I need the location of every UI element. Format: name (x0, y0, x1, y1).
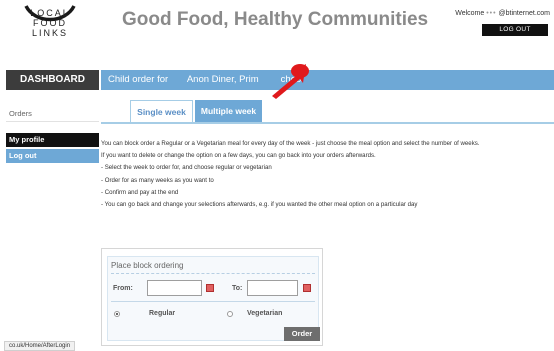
order-button[interactable]: Order (284, 327, 320, 341)
instruction-step: - Select the week to order for, and choo… (101, 164, 272, 172)
logo-text: LOCAL FOOD LINKS (30, 8, 70, 38)
tab-underline (101, 122, 554, 124)
welcome-label: Welcome (455, 10, 485, 17)
child-name: Anon Diner, (186, 74, 237, 85)
to-calendar-icon[interactable] (303, 284, 311, 292)
to-date-input[interactable] (247, 280, 298, 296)
local-food-links-logo[interactable]: LOCAL FOOD LINKS (18, 2, 82, 48)
from-label: From: (113, 285, 133, 292)
dashboard-button[interactable]: DASHBOARD (6, 70, 99, 90)
email-domain: @btinternet.com (498, 10, 550, 17)
instruction-step: - Order for as many weeks as you want to (101, 176, 214, 184)
sidebar-item-log-out[interactable]: Log out (6, 149, 99, 163)
from-date-input[interactable] (147, 280, 202, 296)
tab-single-week[interactable]: Single week (130, 100, 193, 122)
welcome-text: Welcome ••• @btinternet.com (455, 10, 550, 17)
vegetarian-radio[interactable] (227, 311, 233, 317)
instructions-note: If you want to delete or change the opti… (101, 152, 376, 160)
block-order-panel: Place block ordering From: To: Regular V… (101, 248, 323, 346)
sidebar-item-my-profile[interactable]: My profile (6, 133, 99, 147)
site-title: Good Food, Healthy Communities (122, 9, 429, 30)
instructions: You can block order a Regular or a Veget… (101, 138, 553, 211)
block-order-title: Place block ordering (111, 260, 315, 274)
form-divider (111, 301, 315, 302)
vegetarian-label: Vegetarian (247, 310, 283, 317)
from-calendar-icon[interactable] (206, 284, 214, 292)
header-logout-button[interactable]: LOG OUT (482, 24, 548, 36)
header-prefix: Child order for (108, 74, 169, 85)
annotation-arrow-icon (272, 64, 309, 99)
instructions-intro: You can block order a Regular or a Veget… (101, 140, 480, 147)
status-bar-url: co.uk/Home/AfterLogin (4, 341, 76, 351)
child-order-header: Child order for Anon Diner, Primchool (101, 70, 554, 90)
instruction-step: - You can go back and change your select… (101, 201, 418, 209)
email-masked: ••• (486, 10, 497, 17)
tab-multiple-week[interactable]: Multiple week (195, 100, 262, 122)
school-name-partial: Prim (239, 74, 259, 85)
instruction-step: - Confirm and pay at the end (101, 188, 179, 196)
block-order-form: Place block ordering From: To: Regular V… (107, 256, 320, 341)
regular-radio[interactable] (114, 311, 120, 317)
sidebar-section-orders[interactable]: Orders (6, 106, 99, 122)
to-label: To: (232, 285, 243, 292)
regular-label: Regular (149, 310, 176, 317)
